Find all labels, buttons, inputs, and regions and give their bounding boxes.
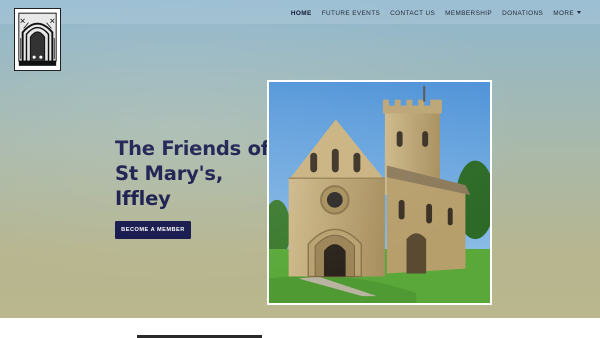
nav-item-home[interactable]: HOME xyxy=(286,8,317,20)
page-title: The Friends of St Mary's, Iffley xyxy=(115,137,270,210)
site-logo[interactable] xyxy=(14,8,61,71)
nav-item-contact-us[interactable]: CONTACT US xyxy=(385,8,440,20)
hero-section: HOME FUTURE EVENTS CONTACT US MEMBERSHIP… xyxy=(0,0,600,318)
nav-item-membership[interactable]: MEMBERSHIP xyxy=(440,8,497,20)
church-doorway-icon xyxy=(15,9,60,70)
caret-down-icon xyxy=(577,11,581,14)
church-photo xyxy=(267,80,492,305)
nav-item-donations[interactable]: DONATIONS xyxy=(497,8,548,20)
main-nav: HOME FUTURE EVENTS CONTACT US MEMBERSHIP… xyxy=(286,8,586,20)
nav-item-more[interactable]: MORE xyxy=(548,8,586,20)
nav-more-label: MORE xyxy=(553,10,574,17)
nav-item-future-events[interactable]: FUTURE EVENTS xyxy=(317,8,385,20)
become-member-button[interactable]: BECOME A MEMBER xyxy=(115,221,191,239)
